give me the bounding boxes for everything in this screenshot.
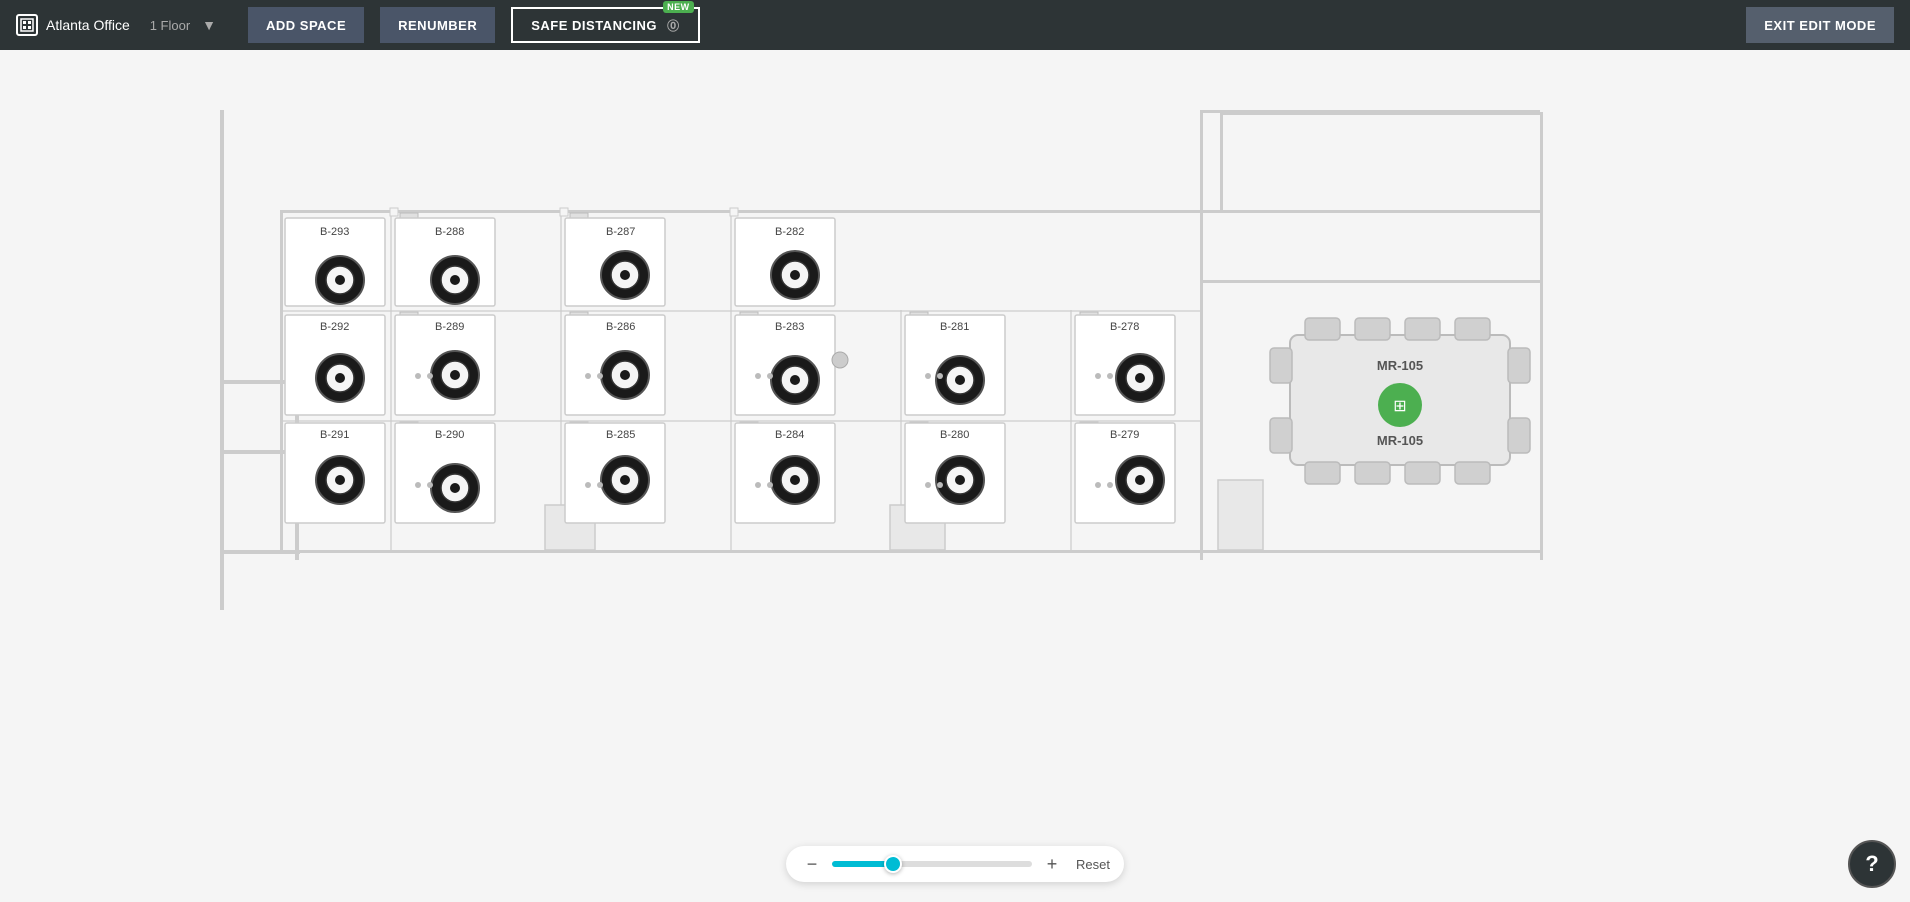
- svg-text:B-283: B-283: [775, 321, 804, 333]
- svg-text:B-284: B-284: [775, 429, 804, 441]
- svg-text:B-282: B-282: [775, 226, 804, 238]
- desk-b290[interactable]: B-290: [395, 423, 495, 523]
- floor-plan-canvas: MR-105 ⊞ MR-105: [0, 50, 1910, 902]
- meeting-room-label-bottom: MR-105: [1377, 433, 1423, 448]
- desk-b293[interactable]: B-293: [285, 218, 385, 306]
- meeting-room-label-top: MR-105: [1377, 358, 1423, 373]
- svg-text:B-290: B-290: [435, 429, 464, 441]
- add-space-button[interactable]: ADD SPACE: [248, 7, 364, 43]
- svg-text:B-278: B-278: [1110, 321, 1139, 333]
- desk-b283[interactable]: B-283: [735, 315, 848, 415]
- new-badge: NEW: [663, 1, 694, 13]
- safe-distancing-label: SAFE DISTANCING: [531, 18, 657, 33]
- office-icon: [16, 14, 38, 36]
- desk-b286[interactable]: B-286: [565, 315, 665, 415]
- desk-b288[interactable]: B-288: [395, 218, 495, 306]
- zoom-slider-fill: [832, 861, 892, 867]
- help-icon: ?: [1865, 851, 1878, 877]
- desk-b280[interactable]: B-280: [905, 423, 1005, 523]
- svg-text:B-281: B-281: [940, 321, 969, 333]
- floor-dropdown-arrow[interactable]: ▼: [202, 17, 216, 33]
- svg-text:B-286: B-286: [606, 321, 635, 333]
- exit-edit-mode-button[interactable]: EXIT EDIT MODE: [1746, 7, 1894, 43]
- svg-text:B-287: B-287: [606, 226, 635, 238]
- svg-text:B-291: B-291: [320, 429, 349, 441]
- svg-text:B-292: B-292: [320, 321, 349, 333]
- svg-text:B-288: B-288: [435, 226, 464, 238]
- renumber-button[interactable]: RENUMBER: [380, 7, 495, 43]
- zoom-slider-track[interactable]: [832, 861, 1032, 867]
- svg-text:B-293: B-293: [320, 226, 349, 238]
- desk-b279[interactable]: B-279: [1075, 423, 1175, 523]
- svg-text:B-279: B-279: [1110, 429, 1139, 441]
- svg-text:B-285: B-285: [606, 429, 635, 441]
- floor-label: 1 Floor: [150, 18, 190, 33]
- desk-b278[interactable]: B-278: [1075, 315, 1175, 415]
- desk-b284[interactable]: B-284: [735, 423, 835, 523]
- office-title: Atlanta Office 1 Floor ▼: [16, 14, 216, 36]
- desk-b287[interactable]: B-287: [565, 218, 665, 306]
- zoom-in-button[interactable]: +: [1040, 852, 1064, 876]
- desk-b291[interactable]: B-291: [285, 423, 385, 523]
- desk-b285[interactable]: B-285: [565, 423, 665, 523]
- office-name-label: Atlanta Office: [46, 17, 130, 33]
- header-bar: Atlanta Office 1 Floor ▼ ADD SPACE RENUM…: [0, 0, 1910, 50]
- desk-b289[interactable]: B-289: [395, 315, 495, 415]
- safe-distancing-help-icon: ⓪: [667, 19, 680, 33]
- zoom-slider-thumb[interactable]: [884, 855, 902, 873]
- desk-b281[interactable]: B-281: [905, 315, 1005, 415]
- help-button[interactable]: ?: [1848, 840, 1896, 888]
- svg-text:⊞: ⊞: [1393, 398, 1406, 415]
- desk-b282[interactable]: B-282: [735, 218, 835, 306]
- zoom-reset-button[interactable]: Reset: [1076, 857, 1110, 872]
- desk-b292[interactable]: B-292: [285, 315, 385, 415]
- safe-distancing-button[interactable]: SAFE DISTANCING ⓪ NEW: [511, 7, 699, 43]
- zoom-out-button[interactable]: −: [800, 852, 824, 876]
- svg-text:B-289: B-289: [435, 321, 464, 333]
- svg-text:B-280: B-280: [940, 429, 969, 441]
- zoom-controls: − + Reset: [786, 846, 1124, 882]
